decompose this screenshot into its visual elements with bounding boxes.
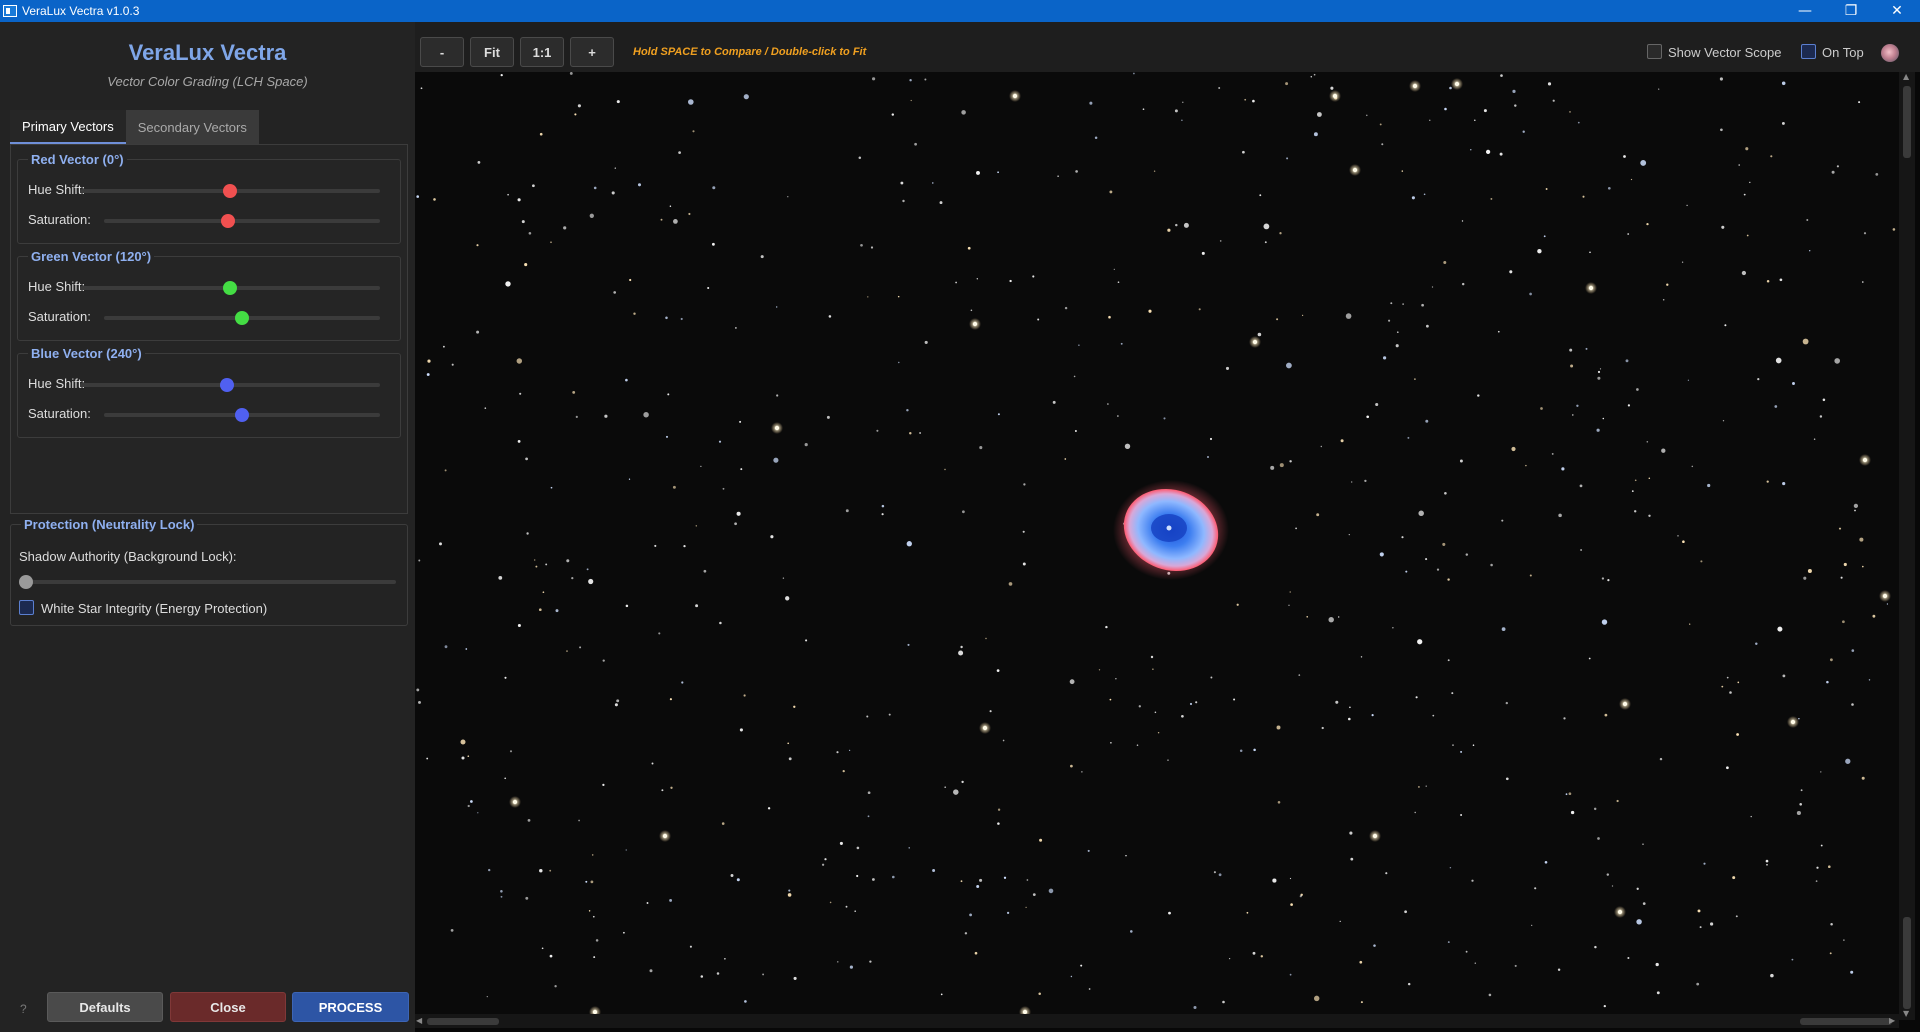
white-star-checkbox[interactable] bbox=[19, 600, 34, 615]
scope-icon[interactable] bbox=[1881, 44, 1899, 62]
vertical-scroll-thumb-lower[interactable] bbox=[1903, 917, 1911, 1009]
astro-image bbox=[415, 72, 1899, 1014]
shadow-authority-slider[interactable] bbox=[19, 575, 396, 589]
on-top-checkbox[interactable] bbox=[1801, 44, 1816, 59]
viewer-toolbar: - Fit 1:1 + Hold SPACE to Compare / Doub… bbox=[415, 22, 1920, 72]
blue-saturation-label: Saturation: bbox=[28, 406, 91, 421]
vertical-scrollbar[interactable]: ▲ ▼ bbox=[1899, 72, 1915, 1020]
on-top-label: On Top bbox=[1822, 45, 1864, 60]
red-vector-title: Red Vector (0°) bbox=[28, 152, 127, 167]
app-subtitle: Vector Color Grading (LCH Space) bbox=[107, 74, 308, 89]
blue-vector-group: Blue Vector (240°) Hue Shift: Saturation… bbox=[17, 346, 401, 438]
red-saturation-handle[interactable] bbox=[221, 214, 236, 228]
red-hue-slider[interactable] bbox=[80, 184, 380, 198]
tab-primary-vectors[interactable]: Primary Vectors bbox=[10, 110, 126, 144]
image-viewer[interactable]: ▲ ▼ ◀ ▶ bbox=[415, 72, 1920, 1032]
close-window-button[interactable]: ✕ bbox=[1874, 0, 1920, 22]
control-panel: VeraLux Vectra Vector Color Grading (LCH… bbox=[0, 22, 415, 1032]
blue-saturation-handle[interactable] bbox=[235, 408, 249, 422]
red-saturation-slider[interactable] bbox=[104, 214, 380, 228]
zoom-in-button[interactable]: + bbox=[570, 37, 614, 67]
blue-hue-handle[interactable] bbox=[220, 378, 234, 392]
app-title: VeraLux Vectra bbox=[128, 40, 287, 65]
shadow-authority-label: Shadow Authority (Background Lock): bbox=[19, 549, 237, 564]
horizontal-scroll-thumb[interactable] bbox=[427, 1018, 499, 1025]
green-saturation-label: Saturation: bbox=[28, 309, 91, 324]
defaults-button[interactable]: Defaults bbox=[47, 992, 163, 1022]
blue-saturation-slider[interactable] bbox=[104, 408, 380, 422]
show-vector-scope-checkbox[interactable] bbox=[1647, 44, 1662, 59]
green-vector-group: Green Vector (120°) Hue Shift: Saturatio… bbox=[17, 249, 401, 341]
horizontal-scroll-thumb-right[interactable] bbox=[1800, 1018, 1892, 1025]
red-saturation-label: Saturation: bbox=[28, 212, 91, 227]
protection-group: Protection (Neutrality Lock) Shadow Auth… bbox=[10, 517, 408, 626]
horizontal-scrollbar[interactable]: ◀ ▶ bbox=[415, 1014, 1899, 1028]
green-vector-title: Green Vector (120°) bbox=[28, 249, 155, 264]
one-to-one-button[interactable]: 1:1 bbox=[520, 37, 564, 67]
window-title: VeraLux Vectra v1.0.3 bbox=[22, 4, 140, 18]
shadow-authority-handle[interactable] bbox=[19, 575, 33, 589]
green-saturation-slider[interactable] bbox=[104, 311, 380, 325]
app-icon bbox=[3, 5, 17, 17]
help-icon[interactable]: ? bbox=[20, 1002, 27, 1016]
white-star-label: White Star Integrity (Energy Protection) bbox=[41, 601, 268, 616]
minimize-button[interactable]: — bbox=[1782, 0, 1828, 22]
close-button[interactable]: Close bbox=[170, 992, 286, 1022]
green-hue-label: Hue Shift: bbox=[28, 279, 86, 294]
red-hue-label: Hue Shift: bbox=[28, 182, 86, 197]
blue-hue-label: Hue Shift: bbox=[28, 376, 86, 391]
vertical-scroll-thumb[interactable] bbox=[1903, 86, 1911, 158]
red-hue-handle[interactable] bbox=[223, 184, 237, 198]
compare-hint: Hold SPACE to Compare / Double-click to … bbox=[633, 46, 867, 58]
green-saturation-handle[interactable] bbox=[235, 311, 249, 325]
protection-title: Protection (Neutrality Lock) bbox=[21, 517, 198, 532]
tab-secondary-vectors[interactable]: Secondary Vectors bbox=[125, 110, 259, 144]
show-vector-scope-label: Show Vector Scope bbox=[1668, 45, 1782, 60]
green-hue-handle[interactable] bbox=[223, 281, 237, 295]
fit-button[interactable]: Fit bbox=[470, 37, 514, 67]
blue-vector-title: Blue Vector (240°) bbox=[28, 346, 145, 361]
blue-hue-slider[interactable] bbox=[80, 378, 380, 392]
red-vector-group: Red Vector (0°) Hue Shift: Saturation: bbox=[17, 152, 401, 244]
maximize-button[interactable]: ❐ bbox=[1828, 0, 1874, 22]
green-hue-slider[interactable] bbox=[80, 281, 380, 295]
tab-bar: Primary Vectors Secondary Vectors bbox=[10, 110, 259, 144]
zoom-out-button[interactable]: - bbox=[420, 37, 464, 67]
process-button[interactable]: PROCESS bbox=[292, 992, 409, 1022]
title-bar: VeraLux Vectra v1.0.3 — ❐ ✕ bbox=[0, 0, 1920, 22]
primary-vectors-pane: Red Vector (0°) Hue Shift: Saturation: G… bbox=[10, 144, 408, 514]
